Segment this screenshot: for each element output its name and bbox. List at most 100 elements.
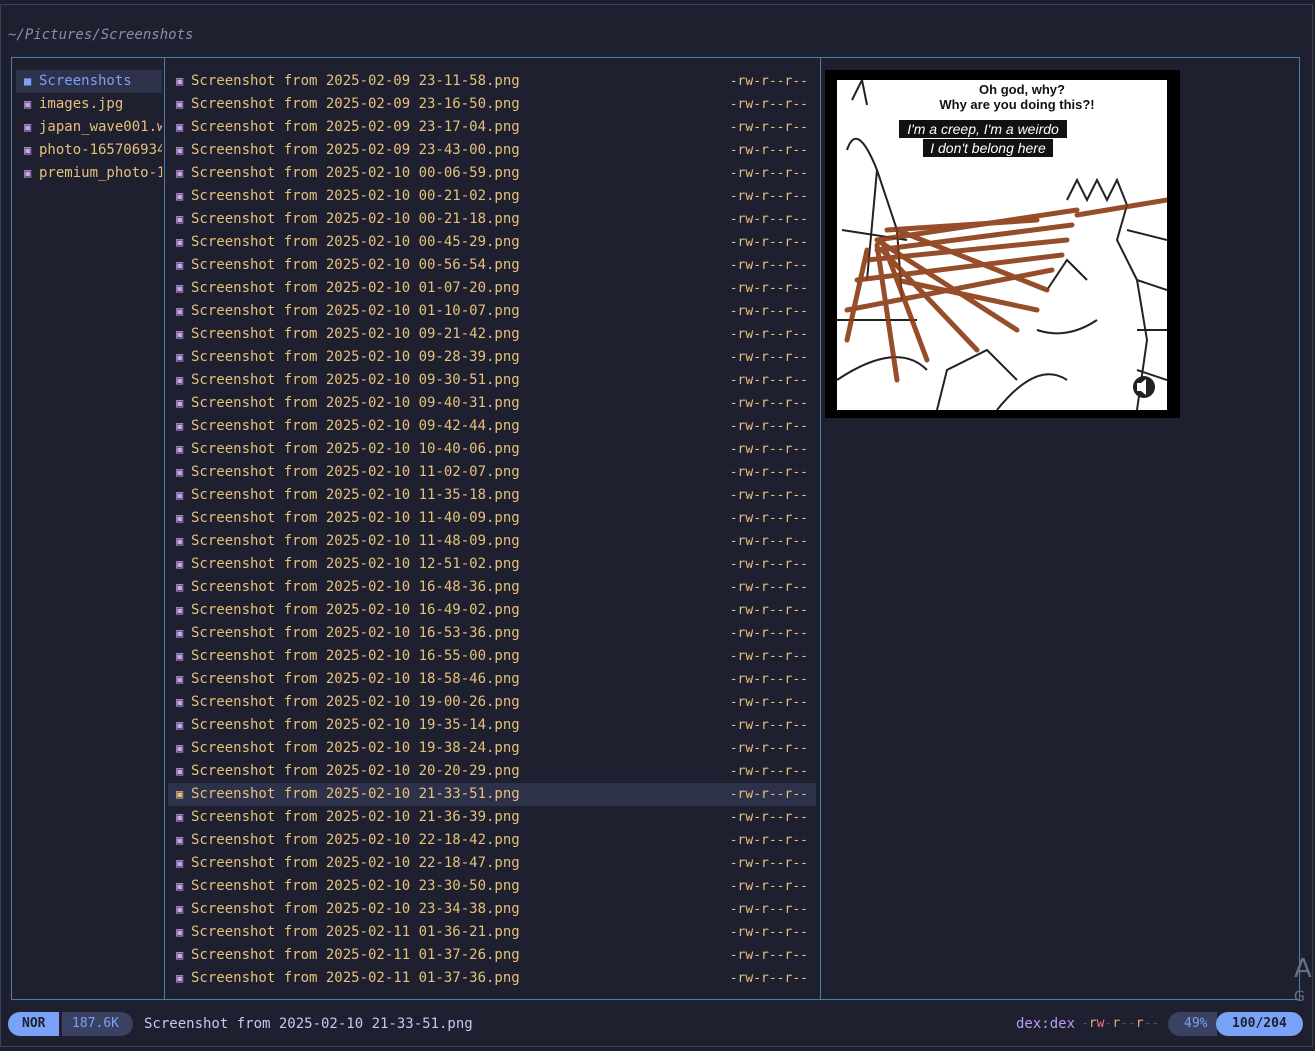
file-row[interactable]: ▣ Screenshot from 2025-02-10 20-20-29.png… <box>168 760 816 783</box>
file-row[interactable]: ▣ Screenshot from 2025-02-11 01-36-21.png… <box>168 921 816 944</box>
file-name: Screenshot from 2025-02-10 11-02-07.png <box>191 464 520 480</box>
file-row[interactable]: ▣ Screenshot from 2025-02-10 00-21-18.png… <box>168 208 816 231</box>
file-permissions: -rw-r--r-- <box>729 764 808 779</box>
file-permissions: -rw-r--r-- <box>729 580 808 595</box>
file-row[interactable]: ▣ Screenshot from 2025-02-10 19-00-26.png… <box>168 691 816 714</box>
file-row[interactable]: ▣ Screenshot from 2025-02-10 11-48-09.png… <box>168 530 816 553</box>
file-row[interactable]: ▣ Screenshot from 2025-02-10 22-18-47.png… <box>168 852 816 875</box>
permission-char: - <box>1120 1016 1128 1031</box>
parent-item-file[interactable]: ▣ photo-165706934 <box>16 139 162 162</box>
file-name: Screenshot from 2025-02-10 01-07-20.png <box>191 280 520 296</box>
image-file-icon: ▣ <box>176 281 184 295</box>
file-permissions: -rw-r--r-- <box>729 971 808 986</box>
file-row[interactable]: ▣ Screenshot from 2025-02-10 19-35-14.png… <box>168 714 816 737</box>
file-permissions: -rw-r--r-- <box>729 373 808 388</box>
parent-item-file[interactable]: ▣ premium_photo-1 <box>16 162 162 185</box>
image-file-icon: ▣ <box>176 925 184 939</box>
file-row[interactable]: ▣ Screenshot from 2025-02-10 11-35-18.png… <box>168 484 816 507</box>
file-row[interactable]: ▣ Screenshot from 2025-02-10 16-49-02.png… <box>168 599 816 622</box>
permission-char: - <box>1127 1016 1136 1031</box>
file-row[interactable]: ▣ Screenshot from 2025-02-10 00-06-59.png… <box>168 162 816 185</box>
file-name: Screenshot from 2025-02-10 16-53-36.png <box>191 625 520 641</box>
file-row[interactable]: ▣ Screenshot from 2025-02-10 19-38-24.png… <box>168 737 816 760</box>
file-row[interactable]: ▣ Screenshot from 2025-02-10 18-58-46.png… <box>168 668 816 691</box>
preview-subtitle-line-2: I don't belong here <box>930 140 1046 156</box>
file-row[interactable]: ▣ Screenshot from 2025-02-10 23-34-38.png… <box>168 898 816 921</box>
file-name: Screenshot from 2025-02-10 11-35-18.png <box>191 487 520 503</box>
image-file-icon: ▣ <box>176 235 184 249</box>
file-row[interactable]: ▣ Screenshot from 2025-02-10 16-55-00.png… <box>168 645 816 668</box>
file-permissions: -rw-r--r-- <box>729 925 808 940</box>
parent-item-label: Screenshots <box>39 73 132 89</box>
file-row[interactable]: ▣ Screenshot from 2025-02-10 09-30-51.png… <box>168 369 816 392</box>
file-name: Screenshot from 2025-02-10 01-10-07.png <box>191 303 520 319</box>
watermark-line-2: G <box>1294 989 1305 1005</box>
file-row[interactable]: ▣ Screenshot from 2025-02-09 23-43-00.png… <box>168 139 816 162</box>
file-permissions: -rw-r--r-- <box>729 810 808 825</box>
file-permissions: -rw-r--r-- <box>729 511 808 526</box>
file-row[interactable]: ▣ Screenshot from 2025-02-10 09-28-39.png… <box>168 346 816 369</box>
image-file-icon: ▣ <box>176 557 184 571</box>
file-permissions: -rw-r--r-- <box>729 465 808 480</box>
file-row[interactable]: ▣ Screenshot from 2025-02-10 00-21-02.png… <box>168 185 816 208</box>
file-name: Screenshot from 2025-02-10 00-06-59.png <box>191 165 520 181</box>
image-file-icon: ▣ <box>176 948 184 962</box>
scroll-percent: 49% <box>1168 1012 1218 1036</box>
file-row[interactable]: ▣ Screenshot from 2025-02-11 01-37-26.png… <box>168 944 816 967</box>
file-name: Screenshot from 2025-02-10 16-55-00.png <box>191 648 520 664</box>
file-row[interactable]: ▣ Screenshot from 2025-02-09 23-11-58.png… <box>168 70 816 93</box>
image-file-icon: ▣ <box>176 672 184 686</box>
file-permissions: -rw-r--r-- <box>729 672 808 687</box>
file-name: Screenshot from 2025-02-09 23-11-58.png <box>191 73 520 89</box>
file-row[interactable]: ▣ Screenshot from 2025-02-10 01-07-20.png… <box>168 277 816 300</box>
file-row[interactable]: ▣ Screenshot from 2025-02-10 11-02-07.png… <box>168 461 816 484</box>
file-row[interactable]: ▣ Screenshot from 2025-02-10 22-18-42.png… <box>168 829 816 852</box>
permission-char: r <box>1088 1016 1097 1031</box>
file-row[interactable]: ▣ Screenshot from 2025-02-10 09-42-44.png… <box>168 415 816 438</box>
image-file-icon: ▣ <box>24 143 32 157</box>
file-row[interactable]: ▣ Screenshot from 2025-02-10 11-40-09.png… <box>168 507 816 530</box>
parent-directory-pane[interactable]: ■ Screenshots ▣ images.jpg ▣ japan_wave001.w ▣… <box>12 58 165 999</box>
status-bar: NOR 187.6K Screenshot from 2025-02-10 21… <box>8 1012 1304 1036</box>
file-row[interactable]: ▣ Screenshot from 2025-02-10 12-51-02.png… <box>168 553 816 576</box>
file-row[interactable]: ▣ Screenshot from 2025-02-10 01-10-07.png… <box>168 300 816 323</box>
parent-item-file[interactable]: ▣ images.jpg <box>16 93 162 116</box>
file-row[interactable]: ▣ Screenshot from 2025-02-10 21-36-39.png… <box>168 806 816 829</box>
folder-icon: ■ <box>24 74 32 88</box>
parent-item-directory[interactable]: ■ Screenshots <box>16 70 162 93</box>
image-file-icon: ▣ <box>176 304 184 318</box>
file-permissions: -rw-r--r-- <box>1081 1012 1159 1036</box>
file-row[interactable]: ▣ Screenshot from 2025-02-10 10-40-06.png… <box>168 438 816 461</box>
image-file-icon: ▣ <box>176 442 184 456</box>
file-permissions: -rw-r--r-- <box>729 235 808 250</box>
file-list: ▣ Screenshot from 2025-02-09 23-11-58.png… <box>168 70 816 990</box>
file-row[interactable]: ▣ Screenshot from 2025-02-10 09-40-31.png… <box>168 392 816 415</box>
cursor-position: 100/204 <box>1216 1012 1303 1036</box>
file-permissions: -rw-r--r-- <box>729 442 808 457</box>
file-name: Screenshot from 2025-02-10 23-30-50.png <box>191 878 520 894</box>
file-permissions: -rw-r--r-- <box>729 419 808 434</box>
file-row[interactable]: ▣ Screenshot from 2025-02-11 01-37-36.png… <box>168 967 816 990</box>
file-permissions: -rw-r--r-- <box>729 833 808 848</box>
file-row[interactable]: ▣ Screenshot from 2025-02-09 23-17-04.png… <box>168 116 816 139</box>
file-row[interactable]: ▣ Screenshot from 2025-02-10 23-30-50.png… <box>168 875 816 898</box>
watermark-line-1: A <box>1294 954 1312 984</box>
parent-item-file[interactable]: ▣ japan_wave001.w <box>16 116 162 139</box>
image-file-icon: ▣ <box>176 465 184 479</box>
image-file-icon: ▣ <box>176 718 184 732</box>
image-file-icon: ▣ <box>176 212 184 226</box>
image-file-icon: ▣ <box>176 74 184 88</box>
file-row[interactable]: ▣ Screenshot from 2025-02-10 00-56-54.png… <box>168 254 816 277</box>
current-directory-pane[interactable]: ▣ Screenshot from 2025-02-09 23-11-58.png… <box>164 58 821 999</box>
file-row[interactable]: ▣ Screenshot from 2025-02-10 00-45-29.png… <box>168 231 816 254</box>
file-row-selected[interactable]: ▣ Screenshot from 2025-02-10 21-33-51.png… <box>168 783 816 806</box>
file-name: Screenshot from 2025-02-11 01-37-36.png <box>191 970 520 986</box>
file-row[interactable]: ▣ Screenshot from 2025-02-09 23-16-50.png… <box>168 93 816 116</box>
file-name: Screenshot from 2025-02-10 21-33-51.png <box>191 786 520 802</box>
image-file-icon: ▣ <box>176 97 184 111</box>
file-row[interactable]: ▣ Screenshot from 2025-02-10 09-21-42.png… <box>168 323 816 346</box>
file-row[interactable]: ▣ Screenshot from 2025-02-10 16-53-36.png… <box>168 622 816 645</box>
file-name: Screenshot from 2025-02-10 11-48-09.png <box>191 533 520 549</box>
file-permissions: -rw-r--r-- <box>729 557 808 572</box>
file-row[interactable]: ▣ Screenshot from 2025-02-10 16-48-36.png… <box>168 576 816 599</box>
